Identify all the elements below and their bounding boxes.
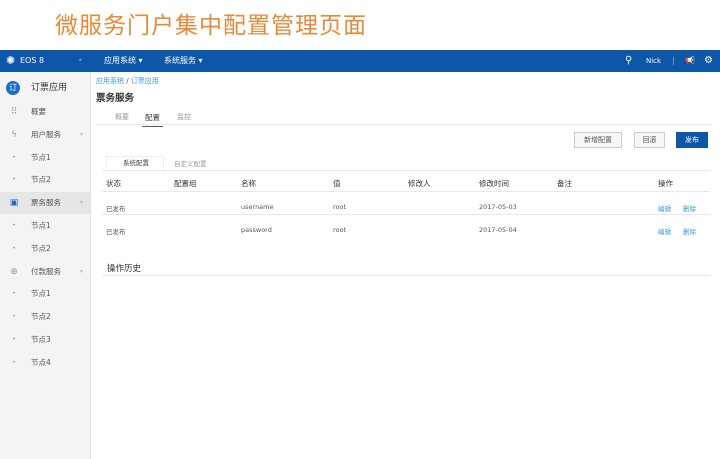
bullet-icon: • bbox=[12, 313, 16, 321]
sidebar-item[interactable]: • 节点2 bbox=[0, 238, 90, 260]
column-header: 操作 bbox=[658, 179, 673, 188]
gear-icon[interactable]: ⚙ bbox=[704, 50, 713, 72]
sidebar-item[interactable]: ⊕ 付款服务 ▾ bbox=[0, 261, 90, 283]
bullet-icon: • bbox=[12, 176, 16, 184]
column-header: 修改人 bbox=[408, 179, 431, 188]
cell-status: 已发布 bbox=[106, 205, 126, 213]
bullet-icon: • bbox=[12, 336, 16, 343]
megaphone-icon[interactable]: 📢 bbox=[685, 50, 695, 72]
sidebar-item[interactable]: • 节点1 bbox=[0, 283, 90, 305]
sidebar-item[interactable]: ⠿ 概要 bbox=[0, 101, 90, 123]
column-header: 配置组 bbox=[174, 179, 197, 188]
history-title: 操作历史 bbox=[107, 264, 142, 274]
breadcrumb-current[interactable]: 订票应用 bbox=[131, 77, 159, 85]
page-title: 票务服务 bbox=[96, 93, 135, 104]
user-name[interactable]: Nick bbox=[646, 50, 661, 72]
chevron-down-icon: ▾ bbox=[80, 130, 84, 138]
main-content: 应用系统 / 订票应用 票务服务 概要 配置 监控 新增配置 回滚 发布 系统配… bbox=[92, 72, 720, 459]
add-config-button[interactable]: 新增配置 bbox=[574, 132, 622, 148]
grid-icon: ⠿ bbox=[10, 107, 18, 117]
cell-time: 2017-05-04 bbox=[479, 226, 517, 234]
bullet-icon: • bbox=[12, 153, 16, 161]
delete-link[interactable]: 删除 bbox=[683, 203, 696, 213]
cell-value: root bbox=[333, 203, 347, 211]
chevron-down-icon: ▾ bbox=[80, 199, 84, 207]
nav-menu-apps[interactable]: 应用系统 ▾ bbox=[104, 50, 143, 72]
nav-menu-services[interactable]: 系统服务 ▾ bbox=[164, 50, 203, 72]
dot-icon: • bbox=[78, 56, 83, 65]
app-icon: 订 bbox=[6, 81, 20, 95]
sidebar: 订 订票应用 ⠿ 概要 ϟ 用户服务 ▾ • 节点1 • 节点2 ▣ 票务服务 ▾ • 节点1 • 节点2 ⊕ 付… bbox=[0, 72, 91, 459]
cell-value: root bbox=[333, 226, 347, 234]
search-icon[interactable]: ⚲ bbox=[625, 50, 632, 72]
sidebar-item[interactable]: ϟ 用户服务 ▾ bbox=[0, 124, 90, 146]
sidebar-item[interactable]: • 节点4 bbox=[0, 352, 90, 374]
globe-icon: ⊕ bbox=[10, 266, 18, 277]
sidebar-item[interactable]: • 节点1 bbox=[0, 215, 90, 237]
cell-name: username bbox=[241, 203, 274, 211]
sidebar-item[interactable]: • 节点3 bbox=[0, 329, 90, 351]
sidebar-item[interactable]: • 节点1 bbox=[0, 147, 90, 169]
column-header: 名称 bbox=[241, 179, 256, 188]
sidebar-item[interactable]: ▣ 票务服务 ▾ bbox=[0, 192, 90, 215]
column-header: 状态 bbox=[106, 179, 121, 188]
bolt-icon: ϟ bbox=[11, 129, 17, 140]
delete-link[interactable]: 删除 bbox=[683, 226, 696, 236]
cell-status: 已发布 bbox=[106, 228, 126, 236]
bullet-icon: • bbox=[12, 290, 16, 298]
rollback-button[interactable]: 回滚 bbox=[634, 132, 665, 148]
cell-name: password bbox=[241, 226, 272, 234]
sidebar-app[interactable]: 订 订票应用 bbox=[0, 76, 90, 100]
bullet-icon: • bbox=[12, 358, 16, 366]
breadcrumb-root[interactable]: 应用系统 bbox=[96, 77, 124, 85]
top-nav: ✺ EOS 8 • 应用系统 ▾ 系统服务 ▾ ⚲ Nick | 📢 ⚙ bbox=[0, 50, 720, 72]
subtab-system[interactable]: 系统配置 bbox=[106, 156, 164, 170]
publish-button[interactable]: 发布 bbox=[676, 132, 708, 148]
column-header: 值 bbox=[333, 179, 341, 188]
cell-time: 2017-05-03 bbox=[479, 203, 517, 211]
edit-link[interactable]: 编辑 bbox=[658, 203, 671, 213]
edit-link[interactable]: 编辑 bbox=[658, 226, 671, 236]
divider: | bbox=[672, 56, 675, 65]
subtab-custom[interactable]: 自定义配置 bbox=[174, 158, 207, 168]
brand[interactable]: EOS 8 bbox=[20, 50, 44, 72]
cube-icon: ▣ bbox=[9, 198, 19, 209]
column-header: 修改时间 bbox=[479, 179, 509, 188]
sidebar-item[interactable]: • 节点2 bbox=[0, 306, 90, 328]
column-header: 备注 bbox=[557, 179, 572, 188]
chevron-down-icon: ▾ bbox=[80, 267, 84, 275]
tab-monitor[interactable]: 监控 bbox=[177, 112, 191, 122]
breadcrumb: 应用系统 / 订票应用 bbox=[96, 77, 159, 85]
bullet-icon: • bbox=[12, 222, 16, 229]
tab-overview[interactable]: 概要 bbox=[115, 112, 129, 122]
logo-icon: ✺ bbox=[6, 54, 16, 67]
bullet-icon: • bbox=[12, 244, 16, 252]
sidebar-item[interactable]: • 节点2 bbox=[0, 169, 90, 191]
slide-title: 微服务门户集中配置管理页面 bbox=[55, 13, 367, 39]
